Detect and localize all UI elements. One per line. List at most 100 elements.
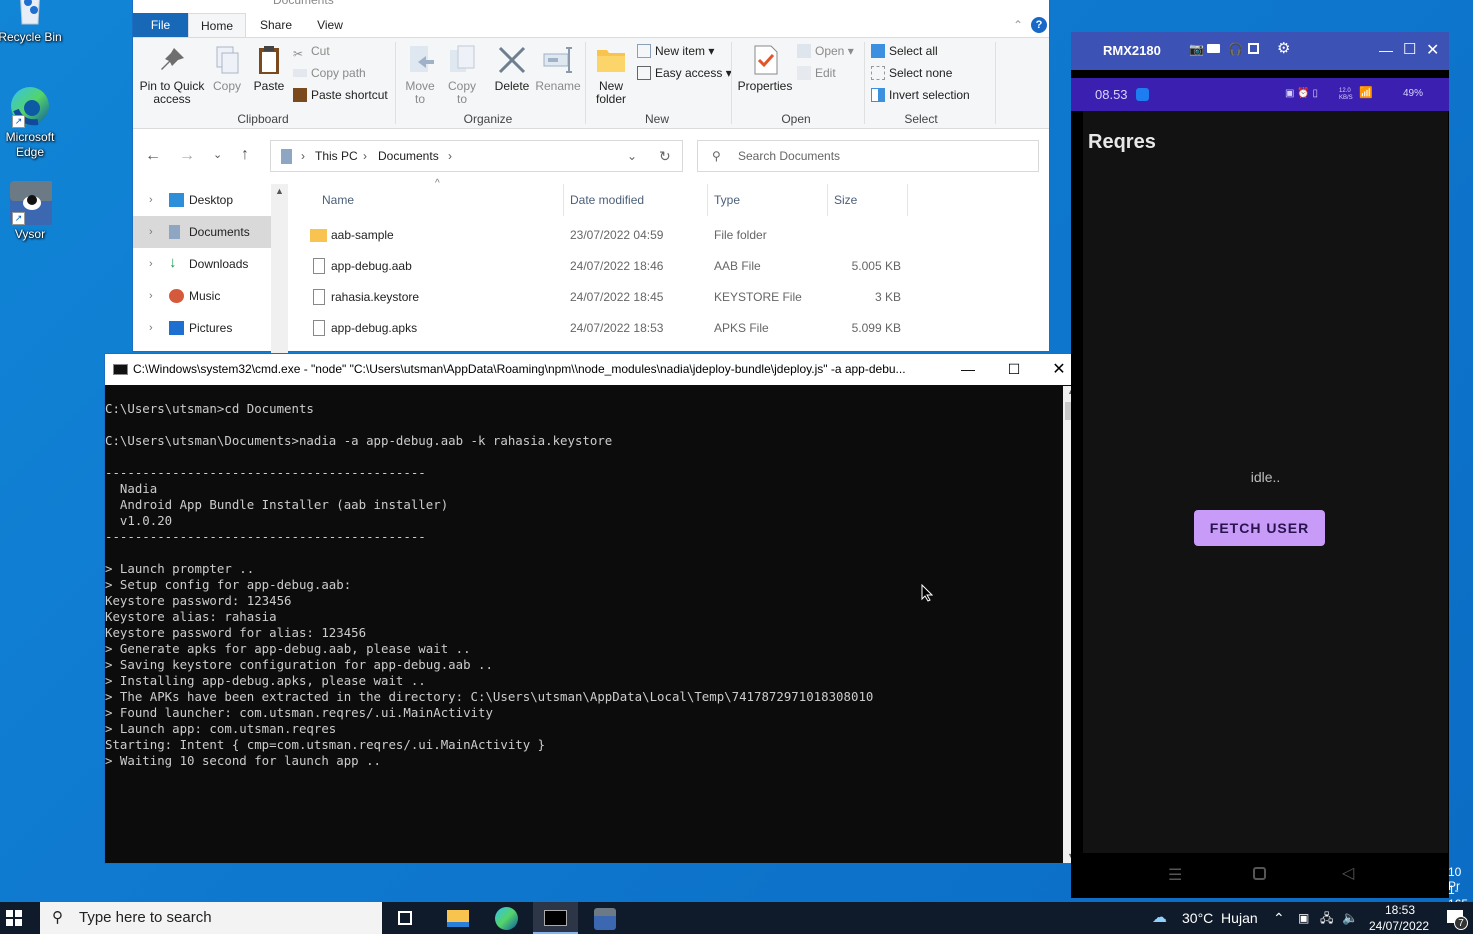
nav-item-documents[interactable]: › Documents: [133, 216, 271, 248]
easy-access-button[interactable]: Easy access ▾: [637, 64, 732, 82]
navigation-pane-scrollbar[interactable]: ▲: [271, 184, 288, 354]
forward-button[interactable]: →: [179, 147, 195, 165]
nav-item-pictures[interactable]: › Pictures: [133, 312, 271, 344]
close-button[interactable]: ✕: [1426, 40, 1439, 60]
move-to-button[interactable]: Move to: [401, 44, 439, 106]
copy-path-icon: [293, 69, 307, 77]
expand-chevron-icon[interactable]: ›: [149, 248, 153, 280]
cut-button[interactable]: ✂ Cut: [293, 42, 330, 61]
file-row[interactable]: app-debug.aab 24/07/2022 18:46 AAB File …: [293, 251, 913, 282]
record-video-icon[interactable]: [1207, 44, 1220, 53]
weather-text[interactable]: 30°C Hujan: [1182, 902, 1258, 934]
minimize-button[interactable]: —: [955, 354, 981, 385]
network-icon[interactable]: 🖧: [1320, 902, 1333, 934]
new-item-button[interactable]: New item ▾: [637, 42, 714, 60]
nav-item-music[interactable]: › Music: [133, 280, 271, 312]
refresh-button[interactable]: ↻: [659, 141, 671, 171]
pin-to-quick-access-button[interactable]: Pin to Quick access: [137, 44, 207, 106]
taskbar-search-box[interactable]: ⚲ Type here to search: [40, 902, 382, 934]
desktop-icon-vysor[interactable]: ↗ Vysor: [0, 181, 62, 242]
fetch-user-button[interactable]: FETCH USER: [1194, 510, 1325, 546]
maximize-button[interactable]: ☐: [1001, 354, 1027, 385]
tab-view[interactable]: View: [305, 13, 355, 37]
copy-to-button[interactable]: Copy to: [443, 44, 481, 106]
new-folder-button[interactable]: New folder: [589, 44, 633, 106]
up-button[interactable]: ↑: [241, 146, 249, 164]
clock-time[interactable]: 18:53: [1385, 903, 1415, 917]
breadcrumb-this-pc[interactable]: This PC: [315, 141, 358, 171]
network-speed: 12.0 KB/S: [1339, 88, 1353, 101]
this-pc-icon: [281, 149, 292, 164]
phone-time: 08.53: [1095, 87, 1128, 102]
group-label-clipboard: Clipboard: [237, 112, 289, 126]
scroll-up-arrow-icon[interactable]: ▲: [275, 186, 284, 196]
back-button[interactable]: ←: [145, 147, 161, 165]
desktop-icon-recycle-bin[interactable]: Recycle Bin: [0, 0, 62, 45]
task-view-icon[interactable]: [398, 911, 412, 925]
nav-item-desktop[interactable]: › Desktop: [133, 184, 271, 216]
music-icon: [169, 289, 184, 303]
show-hidden-icons-chevron[interactable]: ⌃: [1273, 902, 1285, 934]
column-header-name[interactable]: Name: [316, 184, 564, 216]
separator: [395, 42, 396, 124]
audio-headphones-icon[interactable]: 🎧: [1228, 42, 1243, 56]
file-explorer-taskbar-icon[interactable]: [447, 910, 469, 927]
collapse-ribbon-button[interactable]: ⌃: [1011, 13, 1025, 37]
weather-icon[interactable]: ☁: [1152, 902, 1167, 934]
column-header-date[interactable]: Date modified: [564, 184, 708, 216]
start-windows-icon[interactable]: [6, 910, 22, 926]
open-button[interactable]: Open ▾: [797, 42, 854, 60]
back-triangle-icon[interactable]: ◁: [1342, 863, 1354, 883]
select-all-button[interactable]: Select all: [871, 42, 938, 60]
edge-taskbar-icon[interactable]: [495, 907, 518, 930]
cmd-taskbar-icon[interactable]: [533, 902, 578, 934]
select-none-button[interactable]: Select none: [871, 64, 952, 82]
meet-now-icon[interactable]: ▣: [1298, 902, 1309, 934]
vysor-taskbar-icon[interactable]: [594, 908, 616, 930]
tab-share[interactable]: Share: [251, 13, 301, 37]
screenshot-camera-icon[interactable]: 📷: [1189, 42, 1204, 56]
search-box[interactable]: ⚲ Search Documents: [697, 140, 1039, 172]
clock-date[interactable]: 24/07/2022: [1369, 919, 1429, 933]
volume-icon[interactable]: 🔈: [1342, 902, 1358, 934]
terminal-line: Android App Bundle Installer (aab instal…: [105, 497, 449, 512]
copy-button[interactable]: Copy: [209, 44, 245, 93]
properties-button[interactable]: Properties: [735, 44, 795, 93]
address-bar[interactable]: › This PC › Documents › ⌄ ↻: [270, 140, 683, 172]
breadcrumb-documents[interactable]: Documents: [378, 141, 439, 171]
delete-button[interactable]: Delete: [491, 44, 533, 93]
paste-button[interactable]: Paste: [249, 44, 289, 93]
terminal-output[interactable]: C:\Users\utsman>cd Documents C:\Users\ut…: [105, 386, 1065, 863]
minimize-button[interactable]: —: [1379, 42, 1393, 58]
address-history-dropdown[interactable]: ⌄: [627, 141, 637, 171]
paste-shortcut-button[interactable]: Paste shortcut: [293, 86, 388, 104]
fullscreen-icon[interactable]: [1248, 43, 1259, 54]
recents-menu-icon[interactable]: ☰: [1168, 865, 1182, 885]
edit-button[interactable]: Edit: [797, 64, 836, 82]
tab-home[interactable]: Home: [188, 13, 246, 37]
help-icon[interactable]: ?: [1031, 17, 1047, 33]
desktop-icon-edge[interactable]: ↗ Microsoft Edge: [0, 84, 62, 160]
nav-item-downloads[interactable]: › ↓ Downloads: [133, 248, 271, 280]
column-header-size[interactable]: Size: [828, 184, 908, 216]
expand-chevron-icon[interactable]: ›: [149, 216, 153, 248]
search-placeholder: Search Documents: [738, 149, 841, 163]
recent-locations-button[interactable]: ⌄: [213, 148, 222, 161]
expand-chevron-icon[interactable]: ›: [149, 312, 153, 344]
home-square-icon[interactable]: [1253, 867, 1266, 880]
rename-button[interactable]: Rename: [535, 44, 581, 93]
notification-count-badge: 7: [1454, 916, 1468, 930]
file-row[interactable]: aab-sample 23/07/2022 04:59 File folder: [293, 220, 913, 251]
downloads-icon: ↓: [169, 254, 177, 271]
file-row[interactable]: rahasia.keystore 24/07/2022 18:45 KEYSTO…: [293, 282, 913, 313]
maximize-button[interactable]: ☐: [1403, 40, 1416, 58]
expand-chevron-icon[interactable]: ›: [149, 184, 153, 216]
invert-selection-button[interactable]: Invert selection: [871, 86, 970, 104]
tab-file[interactable]: File: [133, 13, 188, 37]
settings-gear-icon[interactable]: ⚙: [1277, 39, 1290, 57]
file-row[interactable]: app-debug.apks 24/07/2022 18:53 APKS Fil…: [293, 313, 913, 344]
close-button[interactable]: ✕: [1046, 354, 1072, 385]
expand-chevron-icon[interactable]: ›: [149, 280, 153, 312]
copy-path-button[interactable]: Copy path: [293, 64, 366, 82]
column-header-type[interactable]: Type: [708, 184, 828, 216]
